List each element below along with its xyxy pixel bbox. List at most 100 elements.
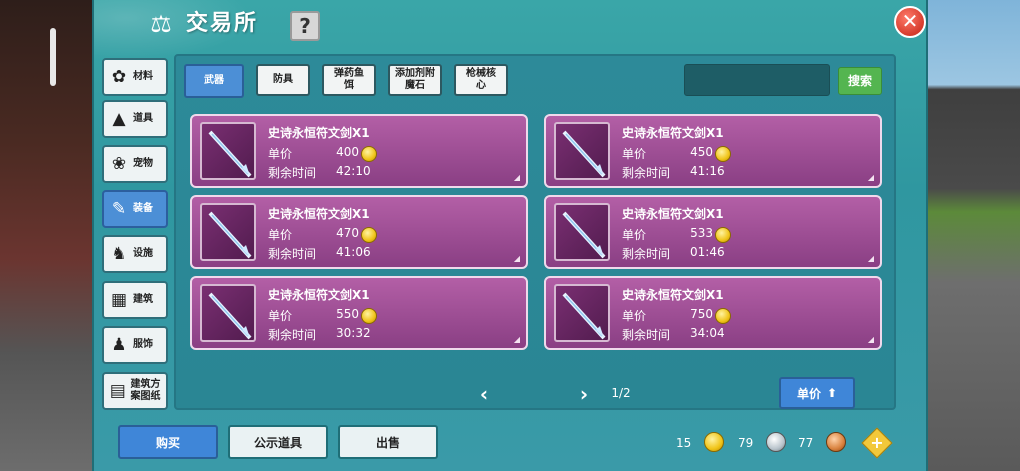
facility-icon: ♞ [111, 244, 127, 264]
item-name: 史诗永恒符文剑X1 [622, 126, 724, 140]
sword-icon [200, 284, 256, 342]
silver-amount: 79 [738, 436, 754, 450]
sidebar-item-props[interactable]: ▲ 道具 [102, 100, 168, 138]
help-button[interactable]: ? [290, 11, 320, 41]
sidebar-item-label: 服饰 [133, 339, 153, 350]
item-price: 550 [336, 307, 359, 321]
sidebar-item-facility[interactable]: ♞ 设施 [102, 235, 168, 273]
clothing-icon: ♟ [111, 335, 127, 355]
sidebar-item-pets[interactable]: ❀ 宠物 [102, 145, 168, 183]
sidebar-item-clothing[interactable]: ♟ 服饰 [102, 326, 168, 364]
prev-page-button[interactable]: ‹ [476, 384, 492, 404]
bronze-amount: 77 [798, 436, 814, 450]
search-button[interactable]: 搜索 [838, 67, 882, 95]
gold-coin-icon [704, 432, 724, 452]
item-time: 30:32 [336, 326, 371, 340]
corner-mark-icon: ◢ [513, 254, 520, 263]
sidebar-item-label: 装备 [133, 203, 153, 214]
tab-weapons[interactable]: 武器 [184, 64, 244, 98]
buy-button[interactable]: 购买 [118, 425, 218, 459]
gold-coin-icon [361, 308, 377, 324]
sidebar-item-label: 材料 [133, 71, 153, 82]
corner-mark-icon: ◢ [513, 173, 520, 182]
item-time: 41:16 [690, 164, 725, 178]
item-price: 400 [336, 145, 359, 159]
tab-additive-enchant[interactable]: 添加剂附魔石 [388, 64, 442, 96]
corner-mark-icon: ◢ [513, 335, 520, 344]
page-indicator: 1/2 [611, 386, 631, 400]
brick-icon: ▦ [110, 290, 128, 310]
next-page-button[interactable]: › [576, 384, 592, 404]
item-name: 史诗永恒符文剑X1 [268, 207, 370, 221]
corner-mark-icon: ◢ [867, 335, 874, 344]
item-card[interactable]: 史诗永恒符文剑X1 单价 450 剩余时间 41:16 ◢ [544, 114, 882, 188]
item-card[interactable]: 史诗永恒符文剑X1 单价 550 剩余时间 30:32 ◢ [190, 276, 528, 350]
paw-icon: ❀ [111, 154, 127, 174]
price-label: 单价 [622, 228, 647, 242]
sidebar-item-equipment[interactable]: ✎ 装备 [102, 190, 168, 228]
item-price: 533 [690, 226, 713, 240]
sword-icon [554, 122, 610, 180]
corner-mark-icon: ◢ [867, 254, 874, 263]
item-card[interactable]: 史诗永恒符文剑X1 单价 750 剩余时间 34:04 ◢ [544, 276, 882, 350]
gold-coin-icon [715, 146, 731, 162]
sword-icon [554, 284, 610, 342]
time-label: 剩余时间 [268, 247, 317, 261]
time-label: 剩余时间 [622, 247, 671, 261]
gold-amount: 15 [676, 436, 692, 450]
item-price: 470 [336, 226, 359, 240]
exchange-panel: ⚖ 交易所 ? ✕ ✿ 材料 ▲ 道具 ❀ 宠物 ✎ 装备 ♞ 设施 ▦ 建筑 … [92, 0, 928, 471]
gold-coin-icon [361, 227, 377, 243]
sword-icon [200, 203, 256, 261]
gold-coin-icon [715, 308, 731, 324]
sidebar-item-materials[interactable]: ✿ 材料 [102, 58, 168, 96]
sidebar-item-label: 建筑方案图纸 [130, 379, 161, 402]
price-label: 单价 [268, 228, 293, 242]
item-card[interactable]: 史诗永恒符文剑X1 单价 470 剩余时间 41:06 ◢ [190, 195, 528, 269]
close-button[interactable]: ✕ [894, 6, 926, 38]
sidebar-item-label: 设施 [133, 248, 153, 259]
bronze-coin-icon [826, 432, 846, 452]
corner-mark-icon: ◢ [867, 173, 874, 182]
gold-coin-icon [361, 146, 377, 162]
time-label: 剩余时间 [268, 166, 317, 180]
item-name: 史诗永恒符文剑X1 [622, 207, 724, 221]
page-title: 交易所 [186, 11, 259, 36]
sidebar-item-blueprint[interactable]: ▤ 建筑方案图纸 [102, 372, 168, 410]
item-time: 01:46 [690, 245, 725, 259]
item-name: 史诗永恒符文剑X1 [268, 288, 370, 302]
sidebar-item-label: 宠物 [133, 158, 153, 169]
blueprint-icon: ▤ [109, 381, 126, 401]
tab-gun-core[interactable]: 枪械核心 [454, 64, 508, 96]
item-card[interactable]: 史诗永恒符文剑X1 单价 533 剩余时间 01:46 ◢ [544, 195, 882, 269]
props-icon: ▲ [112, 109, 126, 129]
tab-armor[interactable]: 防具 [256, 64, 310, 96]
search-input[interactable] [684, 64, 830, 96]
game-background-right [920, 0, 1020, 471]
item-card[interactable]: 史诗永恒符文剑X1 单价 400 剩余时间 42:10 ◢ [190, 114, 528, 188]
item-time: 42:10 [336, 164, 371, 178]
sell-button[interactable]: 出售 [338, 425, 438, 459]
scales-icon: ⚖ [150, 10, 172, 38]
add-currency-button[interactable]: + [861, 427, 893, 459]
sidebar-item-building[interactable]: ▦ 建筑 [102, 281, 168, 319]
publicity-button[interactable]: 公示道具 [228, 425, 328, 459]
price-label: 单价 [622, 309, 647, 323]
price-label: 单价 [622, 147, 647, 161]
tab-ammo-bait[interactable]: 弹药鱼饵 [322, 64, 376, 96]
listing-area: 武器 防具 弹药鱼饵 添加剂附魔石 枪械核心 搜索 史诗永恒符文剑X1 单价 4… [174, 54, 896, 410]
silver-coin-icon [766, 432, 786, 452]
item-price: 750 [690, 307, 713, 321]
time-label: 剩余时间 [622, 328, 671, 342]
sort-arrow-icon: ⬆ [826, 386, 838, 400]
materials-icon: ✿ [111, 67, 127, 87]
sort-by-price-button[interactable]: 单价 ⬆ [779, 377, 855, 409]
item-price: 450 [690, 145, 713, 159]
scroll-indicator [50, 28, 56, 86]
equipment-icon: ✎ [111, 199, 127, 219]
sort-label: 单价 [796, 386, 821, 401]
item-name: 史诗永恒符文剑X1 [268, 126, 370, 140]
item-time: 41:06 [336, 245, 371, 259]
price-label: 单价 [268, 147, 293, 161]
sword-icon [554, 203, 610, 261]
